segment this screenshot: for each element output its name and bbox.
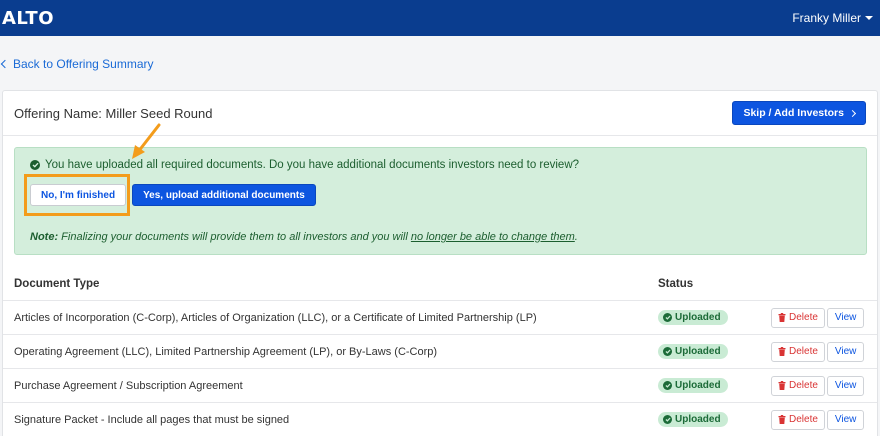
table-body: Articles of Incorporation (C-Corp), Arti… — [3, 301, 877, 436]
delete-button-label: Delete — [789, 312, 818, 323]
user-name: Franky Miller — [792, 11, 861, 25]
delete-button[interactable]: Delete — [771, 341, 825, 362]
check-circle-icon — [663, 347, 672, 356]
status-badge: Uploaded — [658, 412, 728, 427]
orange-arrow-annotation — [132, 123, 161, 159]
trash-icon — [778, 313, 786, 322]
trash-icon — [778, 415, 786, 424]
status-badge-label: Uploaded — [675, 346, 721, 357]
alto-logo[interactable]: ALTO — [2, 8, 54, 29]
document-type-cell: Articles of Incorporation (C-Corp), Arti… — [14, 311, 537, 324]
skip-button-label: Skip / Add Investors — [743, 107, 844, 119]
delete-button[interactable]: Delete — [771, 409, 825, 430]
delete-button-label: Delete — [789, 346, 818, 357]
table-row: Signature Packet - Include all pages tha… — [3, 403, 877, 436]
status-badge: Uploaded — [658, 378, 728, 393]
view-button-label: View — [834, 414, 857, 425]
view-button[interactable]: View — [826, 307, 865, 328]
user-menu[interactable]: Franky Miller — [792, 11, 873, 25]
document-type-cell: Purchase Agreement / Subscription Agreem… — [14, 379, 243, 392]
view-button[interactable]: View — [826, 341, 865, 362]
alert-message: You have uploaded all required documents… — [30, 159, 579, 171]
table-row: Articles of Incorporation (C-Corp), Arti… — [3, 301, 877, 335]
documents-table: Document Type Status Articles of Incorpo… — [3, 267, 877, 436]
status-badge-label: Uploaded — [675, 312, 721, 323]
finalize-note: Note: Finalizing your documents will pro… — [30, 231, 578, 243]
caret-down-icon — [865, 16, 873, 20]
success-alert: You have uploaded all required documents… — [14, 147, 867, 255]
document-type-cell: Operating Agreement (LLC), Limited Partn… — [14, 345, 438, 358]
view-button-label: View — [834, 346, 857, 357]
document-type-header: Document Type — [14, 277, 100, 290]
view-button-label: View — [834, 380, 857, 391]
delete-button-label: Delete — [789, 380, 818, 391]
status-badge-label: Uploaded — [675, 380, 721, 391]
note-text: Finalizing your documents will provide t… — [58, 231, 411, 243]
status-badge-label: Uploaded — [675, 414, 721, 425]
check-circle-icon — [663, 381, 672, 390]
delete-button-label: Delete — [789, 414, 818, 425]
note-end: . — [574, 231, 578, 243]
status-badge: Uploaded — [658, 310, 728, 325]
offering-title: Offering Name: Miller Seed Round — [14, 105, 213, 121]
table-row: Operating Agreement (LLC), Limited Partn… — [3, 335, 877, 369]
trash-icon — [778, 381, 786, 390]
back-to-offering-summary-link[interactable]: Back to Offering Summary — [0, 57, 154, 71]
status-cell: Uploaded — [658, 412, 771, 427]
check-circle-icon — [30, 160, 40, 170]
upload-additional-documents-button[interactable]: Yes, upload additional documents — [132, 184, 316, 206]
back-link-label: Back to Offering Summary — [13, 57, 154, 71]
status-cell: Uploaded — [658, 310, 771, 325]
view-button-label: View — [834, 312, 857, 323]
row-actions: Delete View — [771, 307, 865, 328]
table-header: Document Type Status — [3, 267, 877, 301]
status-cell: Uploaded — [658, 344, 771, 359]
row-actions: Delete View — [771, 341, 865, 362]
note-label: Note: — [30, 231, 59, 243]
chevron-right-icon — [848, 109, 857, 117]
delete-button[interactable]: Delete — [771, 375, 825, 396]
row-actions: Delete View — [771, 409, 865, 430]
check-circle-icon — [663, 415, 672, 424]
top-navbar: ALTO Franky Miller — [0, 0, 880, 36]
delete-button[interactable]: Delete — [771, 307, 825, 328]
row-actions: Delete View — [771, 375, 865, 396]
status-cell: Uploaded — [658, 378, 771, 393]
check-circle-icon — [663, 313, 672, 322]
alert-buttons: No, I'm finished Yes, upload additional … — [30, 184, 316, 206]
view-button[interactable]: View — [826, 375, 865, 396]
status-badge: Uploaded — [658, 344, 728, 359]
document-type-cell: Signature Packet - Include all pages tha… — [14, 413, 290, 426]
note-underlined-text: no longer be able to change them — [410, 231, 575, 243]
status-header: Status — [658, 277, 694, 290]
table-row: Purchase Agreement / Subscription Agreem… — [3, 369, 877, 403]
view-button[interactable]: View — [826, 409, 865, 430]
trash-icon — [778, 347, 786, 356]
no-finished-button[interactable]: No, I'm finished — [30, 184, 127, 206]
skip-add-investors-button[interactable]: Skip / Add Investors — [732, 101, 866, 125]
chevron-left-icon — [0, 59, 10, 69]
